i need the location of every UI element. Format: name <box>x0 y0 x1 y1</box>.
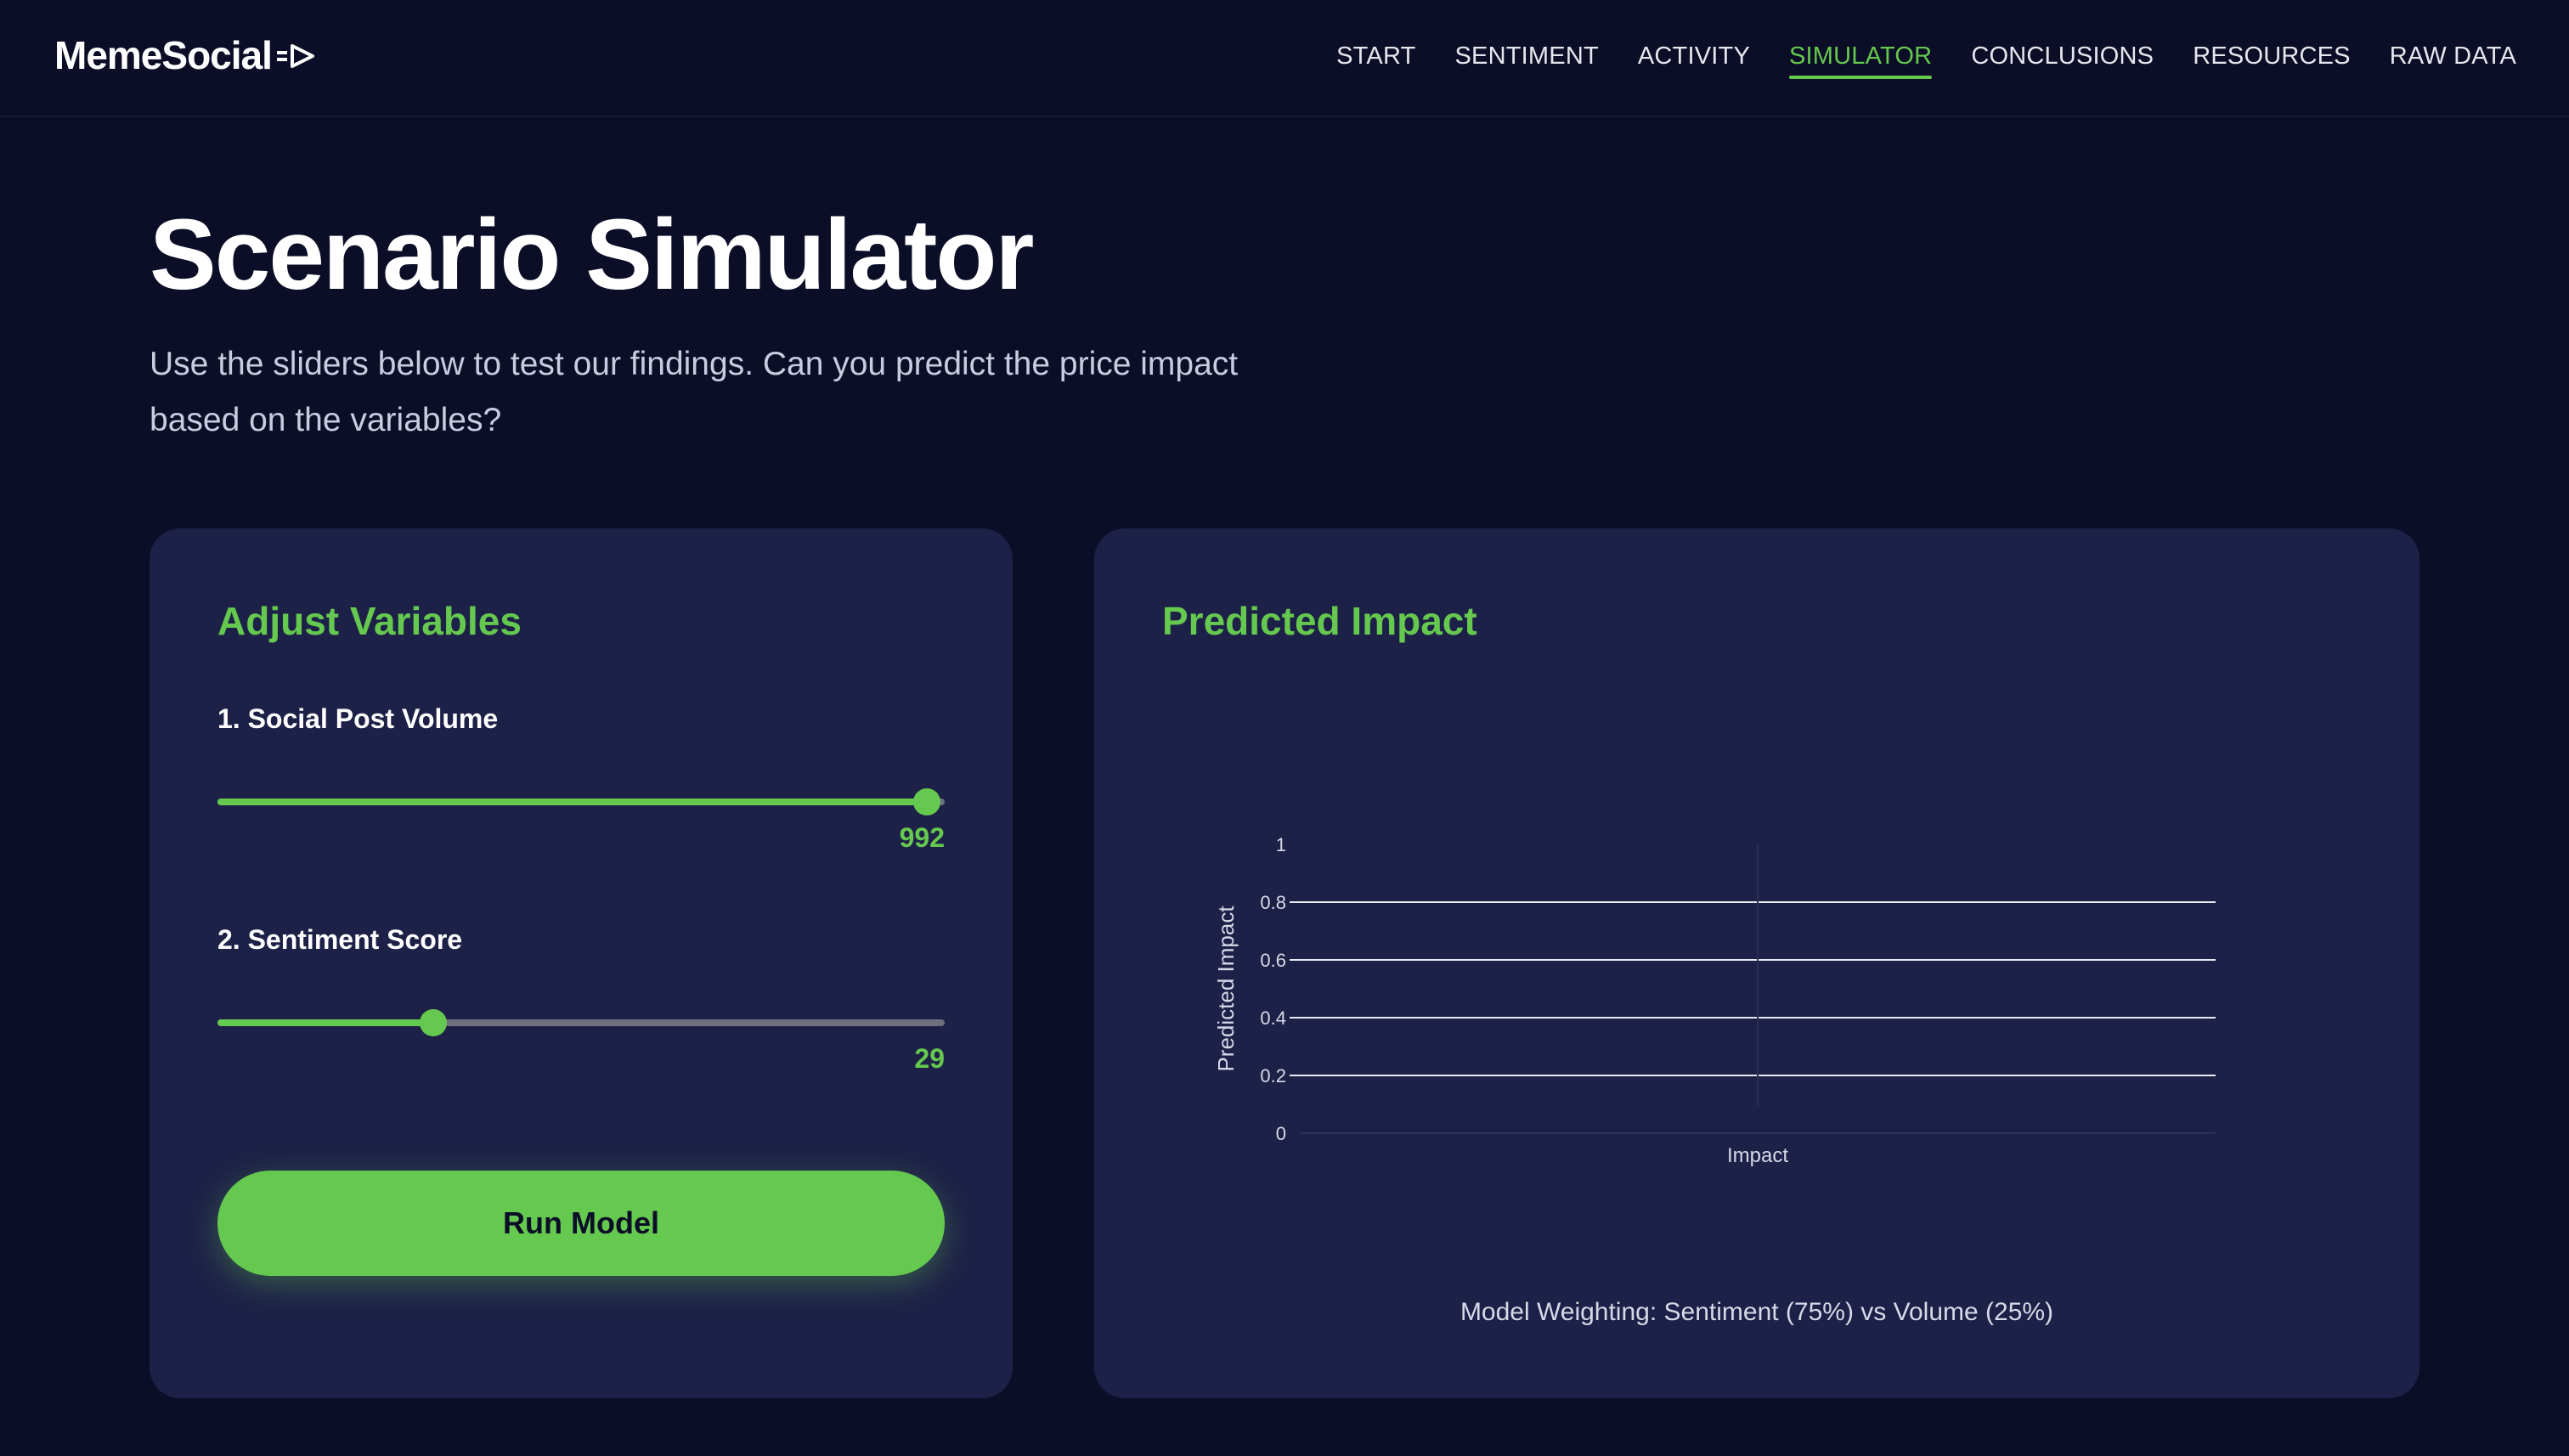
y-tick-label: 0 <box>1276 1123 1286 1144</box>
nav-item-sentiment[interactable]: SENTIMENT <box>1455 42 1599 79</box>
model-weighting-note: Model Weighting: Sentiment (75%) vs Volu… <box>1460 1298 2054 1326</box>
y-tick-label: 1 <box>1276 834 1286 855</box>
y-tick-label: 0.2 <box>1260 1065 1286 1086</box>
page-subtitle: Use the sliders below to test our findin… <box>150 346 1239 438</box>
nav-item-resources[interactable]: RESOURCES <box>2193 42 2351 79</box>
impact-chart: 0 0.2 0.4 0.6 0.8 1 Impact Predicted Impact <box>1213 834 2216 1167</box>
adjust-variables-card: Adjust Variables 1. Social Post Volume 9… <box>150 528 1013 1398</box>
sentiment-slider[interactable] <box>217 1006 945 1040</box>
sentiment-slider-thumb[interactable] <box>420 1009 448 1036</box>
brand-logo[interactable]: MemeSocial <box>54 32 316 78</box>
y-tick-label: 0.4 <box>1260 1007 1286 1029</box>
volume-slider[interactable] <box>217 785 945 819</box>
y-tick-label: 0.6 <box>1260 950 1286 971</box>
nav-item-raw-data[interactable]: RAW DATA <box>2390 42 2516 79</box>
volume-value: 992 <box>899 822 945 853</box>
adjust-variables-title: Adjust Variables <box>217 599 522 643</box>
volume-slider-thumb[interactable] <box>913 788 941 815</box>
brand-name: MemeSocial <box>54 33 273 77</box>
sentiment-value: 29 <box>914 1043 945 1074</box>
run-model-button[interactable]: Run Model <box>217 1171 945 1276</box>
volume-slider-fill <box>217 799 928 805</box>
y-tick-label: 0.8 <box>1260 892 1286 913</box>
nav-item-start[interactable]: START <box>1336 42 1415 79</box>
page-title: Scenario Simulator <box>150 199 1034 311</box>
x-tick-label: Impact <box>1727 1144 1788 1167</box>
nav-item-conclusions[interactable]: CONCLUSIONS <box>1971 42 2154 79</box>
predicted-impact-card: Predicted Impact 0 0.2 0.4 0.6 0.8 1 Impact Pre… <box>1094 528 2419 1398</box>
nav-item-activity[interactable]: ACTIVITY <box>1638 42 1750 79</box>
main-nav: START SENTIMENT ACTIVITY SIMULATOR CONCL… <box>1336 42 2516 79</box>
sentiment-slider-fill <box>217 1019 434 1026</box>
top-navigation-bar: MemeSocial START SENTIMENT ACTIVITY SIMU… <box>0 0 2569 117</box>
arrow-right-icon <box>276 32 316 78</box>
sentiment-label: 2. Sentiment Score <box>217 924 463 955</box>
volume-label: 1. Social Post Volume <box>217 703 499 734</box>
y-axis-label: Predicted Impact <box>1213 906 1239 1072</box>
nav-item-simulator[interactable]: SIMULATOR <box>1789 42 1933 79</box>
